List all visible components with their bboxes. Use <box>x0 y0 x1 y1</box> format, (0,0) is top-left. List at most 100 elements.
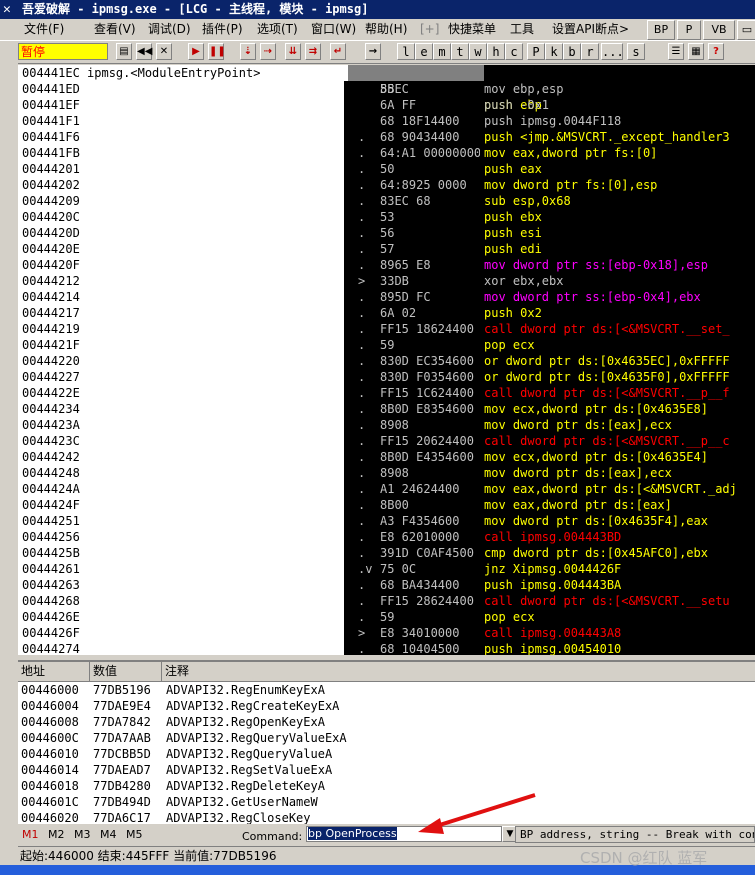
disasm-row[interactable]: 004441F6. 68 90434400 push <jmp.&MSVCRT._e… <box>18 129 755 145</box>
step-over-icon[interactable]: ⇢ <box>260 43 276 60</box>
disasm-row[interactable]: 00444219. FF15 18624400 call dword ptr ds:… <box>18 321 755 337</box>
disasm-row[interactable]: 0044420F. 8965 E8 mov dword ptr ss:[ebp-0x… <box>18 257 755 273</box>
goto-icon[interactable]: → <box>365 43 381 60</box>
dump-row[interactable]: 00446014 77DAEAD7 ADVAPI32.RegSetValueExA <box>18 762 755 778</box>
disasm-row[interactable]: 00444220. 830D EC354600 or dword ptr ds:[0… <box>18 353 755 369</box>
disasm-row[interactable]: 0044422E. FF15 1C624400 call dword ptr ds:… <box>18 385 755 401</box>
disasm-row[interactable]: 0044423A. 8908 mov dword ptr ds:[eax],ecx <box>18 417 755 433</box>
pause-icon[interactable]: ❚❚ <box>208 43 226 60</box>
tab-m5[interactable]: M5 <box>126 827 143 843</box>
address: 0044421F <box>22 338 80 352</box>
btn-s[interactable]: s <box>627 43 645 60</box>
menu-file[interactable]: 文件(F) <box>24 21 64 38</box>
disasm-row[interactable]: 004441EF 6A FF push -0x1 <box>18 97 755 113</box>
disasm-row[interactable]: 0044424A. A1 24624400 mov eax,dword ptr ds… <box>18 481 755 497</box>
notepad-button[interactable]: ▭ <box>737 20 755 40</box>
disasm-row[interactable]: 0044421F. 59 pop ecx <box>18 337 755 353</box>
btn-w[interactable]: w <box>469 43 487 60</box>
restart-icon[interactable]: ◀◀ <box>136 43 152 60</box>
list-icon[interactable]: ☰ <box>668 43 684 60</box>
disasm-row[interactable]: 00444202. 64:8925 0000 mov dword ptr fs:[0… <box>18 177 755 193</box>
vb-button[interactable]: VB <box>703 20 735 40</box>
disasm-row[interactable]: 0044420D. 56 push esi <box>18 225 755 241</box>
tab-m4[interactable]: M4 <box>100 827 117 843</box>
disasm-row[interactable]: 00444248. 8908 mov dword ptr ds:[eax],ecx <box>18 465 755 481</box>
disasm-row[interactable]: 0044425B. 391D C0AF4500 cmp dword ptr ds:[… <box>18 545 755 561</box>
disasm-row[interactable]: 004441ED 8BEC mov ebp,esp <box>18 81 755 97</box>
btn-k[interactable]: k <box>545 43 563 60</box>
disasm-row[interactable]: 00444242. 8B0D E4354600 mov ecx,dword ptr … <box>18 449 755 465</box>
menu-tools[interactable]: 工具 <box>510 21 534 38</box>
disasm-row[interactable]: 004441F1 68 18F14400 push ipmsg.0044F118 <box>18 113 755 129</box>
btn-b[interactable]: b <box>563 43 581 60</box>
menu-view[interactable]: 查看(V) <box>94 21 136 38</box>
disasm-row[interactable]: 00444251. A3 F4354600 mov dword ptr ds:[0x… <box>18 513 755 529</box>
execute-till-return-icon[interactable]: ↵ <box>330 43 346 60</box>
btn-P[interactable]: P <box>527 43 545 60</box>
btn-e[interactable]: e <box>415 43 433 60</box>
close-icon[interactable]: ✕ <box>156 43 172 60</box>
btn-t[interactable]: t <box>451 43 469 60</box>
menu-expand[interactable]: [+] <box>420 21 439 38</box>
jump-mark: . <box>358 578 366 592</box>
btn-r[interactable]: r <box>581 43 599 60</box>
disasm-row[interactable]: 0044423C. FF15 20624400 call dword ptr ds:… <box>18 433 755 449</box>
menu-api-bp[interactable]: 设置API断点> <box>552 21 629 38</box>
tab-m1[interactable]: M1 <box>22 827 39 843</box>
bp-button[interactable]: BP <box>647 20 675 40</box>
menu-help[interactable]: 帮助(H) <box>365 21 407 38</box>
dump-row[interactable]: 00446010 77DCBB5D ADVAPI32.RegQueryValueA <box>18 746 755 762</box>
menu-options[interactable]: 选项(T) <box>257 21 298 38</box>
btn-l[interactable]: l <box>397 43 415 60</box>
trace-over-icon[interactable]: ⇉ <box>305 43 321 60</box>
disasm-row[interactable]: 00444227. 830D F0354600 or dword ptr ds:[0… <box>18 369 755 385</box>
dump-row[interactable]: 00446018 77DB4280 ADVAPI32.RegDeleteKeyA <box>18 778 755 794</box>
disasm-row[interactable]: 00444214. 895D FC mov dword ptr ss:[ebp-0x… <box>18 289 755 305</box>
disasm-row[interactable]: 00444268. FF15 28624400 call dword ptr ds:… <box>18 593 755 609</box>
disasm-row[interactable]: 00444234. 8B0D E8354600 mov ecx,dword ptr … <box>18 401 755 417</box>
disasm-row[interactable]: 0044420E. 57 push edi <box>18 241 755 257</box>
btn-more[interactable]: ... <box>601 43 624 60</box>
menu-debug[interactable]: 调试(D) <box>148 21 191 38</box>
btn-h[interactable]: h <box>487 43 505 60</box>
col-address[interactable]: 地址 <box>18 662 90 681</box>
dump-row[interactable]: 00446008 77DA7842 ADVAPI32.RegOpenKeyExA <box>18 714 755 730</box>
disasm-row[interactable]: 0044426F > E8 34010000 call ipmsg.004443A8 <box>18 625 755 641</box>
disasm-row[interactable]: 00444217. 6A 02 push 0x2 <box>18 305 755 321</box>
disasm-row[interactable]: 00444201. 50 push eax <box>18 161 755 177</box>
dump-row[interactable]: 00446000 77DB5196 ADVAPI32.RegEnumKeyExA <box>18 682 755 698</box>
btn-m[interactable]: m <box>433 43 451 60</box>
menu-shortcut[interactable]: 快捷菜单 <box>448 21 496 38</box>
disasm-row[interactable]: 0044426E. 59 pop ecx <box>18 609 755 625</box>
disasm-row[interactable]: 00444261 .v 75 0C jnz Xipmsg.0044426F <box>18 561 755 577</box>
disasm-row[interactable]: 00444274. 68 10404500 push ipmsg.00454010 <box>18 641 755 655</box>
p-button[interactable]: P <box>677 20 701 40</box>
btn-c[interactable]: c <box>505 43 523 60</box>
step-into-icon[interactable]: ⇣ <box>240 43 256 60</box>
dump-row[interactable]: 0044601C 77DB494D ADVAPI32.GetUserNameW <box>18 794 755 810</box>
disasm-row[interactable]: 00444256. E8 62010000 call ipmsg.004443BD <box>18 529 755 545</box>
jump-mark: .v <box>358 562 373 576</box>
disasm-row[interactable]: 0044424F. 8B00 mov eax,dword ptr ds:[eax] <box>18 497 755 513</box>
disasm-row[interactable]: 00444263. 68 BA434400 push ipmsg.004443BA <box>18 577 755 593</box>
dump-pane[interactable]: 地址 数值 注释 00446000 77DB5196 ADVAPI32.RegEnu… <box>18 660 755 826</box>
col-value[interactable]: 数值 <box>90 662 162 681</box>
run-icon[interactable]: ▶ <box>188 43 204 60</box>
col-comment[interactable]: 注释 <box>162 662 755 681</box>
disasm-row-first[interactable]: 55 push ebp <box>18 65 755 112</box>
disasm-row[interactable]: 00444212 >33DB xor ebx,ebx <box>18 273 755 289</box>
trace-into-icon[interactable]: ⇊ <box>285 43 301 60</box>
window-icon[interactable]: ▦ <box>688 43 704 60</box>
dump-row[interactable]: 00446004 77DAE9E4 ADVAPI32.RegCreateKeyExA <box>18 698 755 714</box>
tab-m2[interactable]: M2 <box>48 827 65 843</box>
disassembly-pane[interactable]: 004441EC ipmsg.<ModuleEntryPoint> 55 pus… <box>18 65 755 655</box>
disasm-row[interactable]: 00444209. 83EC 68 sub esp,0x68 <box>18 193 755 209</box>
tab-m3[interactable]: M3 <box>74 827 91 843</box>
open-icon[interactable]: ▤ <box>116 43 132 60</box>
disasm-row[interactable]: 004441FB. 64:A1 00000000 mov eax,dword ptr… <box>18 145 755 161</box>
dump-row[interactable]: 0044600C 77DA7AAB ADVAPI32.RegQueryValueEx… <box>18 730 755 746</box>
help-icon[interactable]: ? <box>708 43 724 60</box>
disasm-row[interactable]: 0044420C. 53 push ebx <box>18 209 755 225</box>
menu-plugins[interactable]: 插件(P) <box>202 21 243 38</box>
menu-window[interactable]: 窗口(W) <box>311 21 356 38</box>
